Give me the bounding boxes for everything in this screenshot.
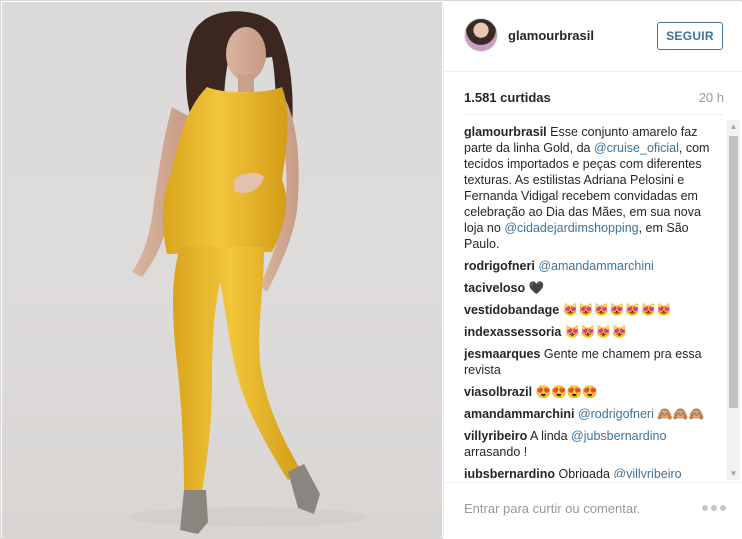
comment: rodrigofneri @amandammarchini	[464, 258, 720, 274]
comments-list: glamourbrasil Esse conjunto amarelo faz …	[464, 124, 720, 478]
comment-text: 😻😻😻😻😻😻😻	[562, 303, 672, 317]
comment-mention[interactable]: @cruise_oficial	[594, 141, 679, 155]
scroll-down-arrow-icon[interactable]: ▼	[727, 467, 740, 480]
post-timestamp[interactable]: 20 h	[699, 90, 724, 105]
comment-author[interactable]: taciveloso	[464, 281, 525, 295]
scroll-up-arrow-icon[interactable]: ▲	[727, 120, 740, 133]
post-photo[interactable]	[2, 2, 442, 539]
post-side-panel: glamourbrasil SEGUIR 1.581 curtidas 20 h…	[443, 2, 742, 539]
comment-mention[interactable]: @jubsbernardino	[571, 429, 666, 443]
comment-author[interactable]: jubsbernardino	[464, 467, 555, 478]
comment-author[interactable]: viasolbrazil	[464, 385, 532, 399]
likes-count[interactable]: 1.581 curtidas	[464, 90, 551, 105]
dot	[720, 505, 726, 511]
comment-caption: glamourbrasil Esse conjunto amarelo faz …	[464, 124, 720, 252]
comment-text: 🙈🙈🙈	[657, 407, 705, 421]
comment-author[interactable]: vestidobandage	[464, 303, 559, 317]
avatar[interactable]	[464, 18, 498, 52]
stats-divider	[464, 114, 724, 115]
dot	[702, 505, 708, 511]
comment-text: Obrigada	[558, 467, 614, 478]
comment-author[interactable]: jesmaarques	[464, 347, 540, 361]
comment: jubsbernardino Obrigada @villyribeiro	[464, 466, 720, 478]
comment-mention[interactable]: @villyribeiro	[613, 467, 681, 478]
comment-author[interactable]: glamourbrasil	[464, 125, 547, 139]
comment-text: 😻😻😻😻	[564, 325, 628, 339]
comment-input[interactable]	[464, 497, 684, 519]
comment: jesmaarques Gente me chamem pra essa rev…	[464, 346, 720, 378]
comment-mention[interactable]: @cidadejardimshopping	[504, 221, 638, 235]
post-header: glamourbrasil SEGUIR	[444, 2, 742, 72]
comments-scrollbar[interactable]: ▲ ▼	[727, 120, 740, 480]
comment-author[interactable]: rodrigofneri	[464, 259, 535, 273]
comment: vestidobandage 😻😻😻😻😻😻😻	[464, 302, 720, 318]
instagram-post-window: glamourbrasil SEGUIR 1.581 curtidas 20 h…	[0, 0, 742, 539]
scroll-thumb[interactable]	[729, 136, 738, 408]
comment-text: 🖤	[528, 281, 545, 295]
comment: indexassessoria 😻😻😻😻	[464, 324, 720, 340]
comment-text: arrasando !	[464, 445, 528, 459]
photo-illustration	[127, 11, 367, 534]
comment: villyribeiro A linda @jubsbernardino arr…	[464, 428, 720, 460]
more-options-icon[interactable]	[702, 499, 726, 515]
comment-mention[interactable]: @rodrigofneri	[578, 407, 654, 421]
comment-author[interactable]: villyribeiro	[464, 429, 527, 443]
post-footer	[444, 482, 742, 539]
comment: viasolbrazil 😍😍😍😍	[464, 384, 720, 400]
username-link[interactable]: glamourbrasil	[508, 28, 594, 43]
comment-text: 😍😍😍😍	[535, 385, 598, 399]
comment-author[interactable]: amandammarchini	[464, 407, 574, 421]
post-stats: 1.581 curtidas 20 h	[464, 90, 724, 110]
dot	[711, 505, 717, 511]
comment-author[interactable]: indexassessoria	[464, 325, 561, 339]
follow-button[interactable]: SEGUIR	[657, 22, 723, 50]
comment-text: A linda	[530, 429, 572, 443]
comment: amandammarchini @rodrigofneri 🙈🙈🙈	[464, 406, 720, 422]
comment-mention[interactable]: @amandammarchini	[538, 259, 654, 273]
comment: taciveloso 🖤	[464, 280, 720, 296]
